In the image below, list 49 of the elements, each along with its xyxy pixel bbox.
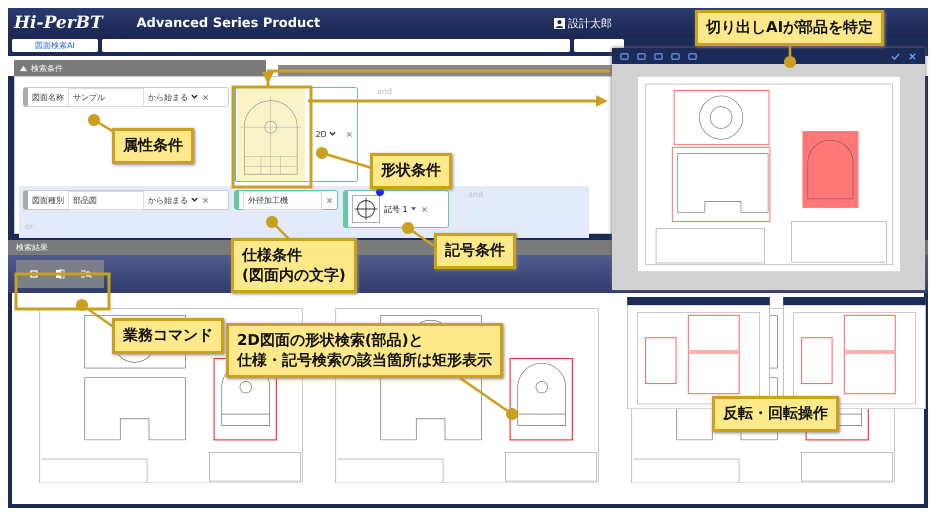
check-icon[interactable] bbox=[891, 52, 900, 60]
crosshair-icon bbox=[352, 195, 380, 223]
square-icon[interactable] bbox=[28, 268, 40, 280]
leader-line bbox=[88, 114, 115, 134]
tab[interactable]: 図面検索AI bbox=[12, 39, 98, 52]
caret-down-icon bbox=[410, 204, 418, 212]
callout-label: 属性条件 bbox=[112, 128, 194, 164]
close-icon[interactable] bbox=[421, 206, 428, 212]
mode-dropdown[interactable]: 2D bbox=[315, 130, 336, 139]
section-header[interactable]: 検索条件 bbox=[14, 60, 266, 76]
field-label: 図面名称 bbox=[32, 92, 64, 102]
symbol-dropdown[interactable]: 記号 1 bbox=[384, 204, 418, 214]
chevron-down-icon bbox=[190, 196, 198, 202]
match-dropdown[interactable]: から始まる bbox=[148, 92, 198, 102]
close-icon[interactable] bbox=[326, 196, 333, 204]
input-field[interactable]: 部品図 bbox=[68, 190, 144, 210]
input-field[interactable]: サンプル bbox=[68, 88, 144, 106]
window-title: Advanced Series Product bbox=[136, 16, 322, 30]
connector-label: and bbox=[377, 87, 392, 96]
input-field[interactable]: 外径加工機 bbox=[243, 190, 322, 210]
connector-label: and bbox=[468, 190, 484, 199]
user-menu[interactable]: 設計太郎 bbox=[554, 16, 612, 30]
match-dropdown[interactable]: から始まる bbox=[148, 194, 198, 206]
close-icon[interactable] bbox=[202, 94, 209, 100]
connector-label: or bbox=[25, 222, 34, 231]
leader-line bbox=[316, 147, 372, 170]
field-label: 図面種別 bbox=[32, 194, 64, 206]
compare-icon[interactable] bbox=[54, 268, 66, 280]
triangle-icon bbox=[20, 64, 27, 72]
callout-label: 記号条件 bbox=[434, 233, 516, 268]
user-name: 設計太郎 bbox=[568, 16, 612, 30]
search-icon[interactable] bbox=[80, 268, 92, 280]
chevron-down-icon bbox=[329, 130, 336, 137]
leader-line bbox=[266, 216, 291, 241]
close-icon[interactable] bbox=[908, 52, 917, 60]
leader-line bbox=[784, 45, 796, 68]
callout-label: 反転・回転操作 bbox=[712, 396, 839, 432]
callout-label: 業務コマンド bbox=[112, 318, 224, 354]
logo: Hi-PerBT bbox=[14, 13, 103, 33]
callout-label: 形状条件 bbox=[370, 153, 452, 188]
leader-line bbox=[459, 376, 518, 420]
chevron-down-icon bbox=[190, 92, 198, 100]
callout-label: 仕様条件 (図面内の文字) bbox=[231, 238, 357, 293]
close-icon[interactable] bbox=[202, 196, 209, 204]
callout-label: 切り出しAIが部品を特定 bbox=[695, 10, 884, 46]
close-icon[interactable] bbox=[346, 131, 353, 138]
callout-label: 2D図面の形状検索(部品)と 仕様・記号検索の該当箇所は矩形表示 bbox=[226, 323, 503, 378]
user-icon bbox=[554, 18, 565, 28]
tab-bar bbox=[574, 39, 624, 52]
